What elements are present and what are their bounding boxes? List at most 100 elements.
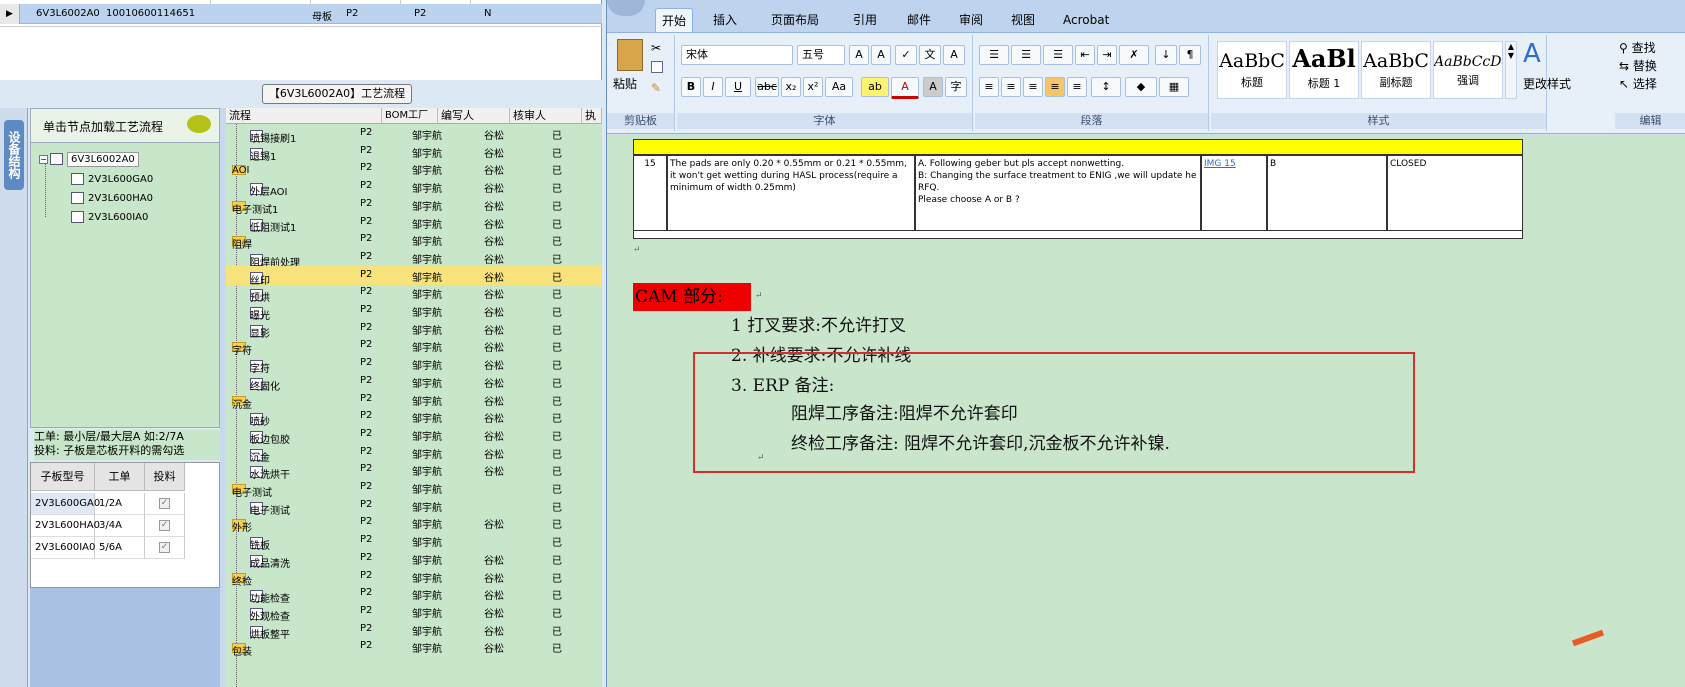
col-header-process[interactable]: 流程 [226,108,382,124]
multilevel-list-icon[interactable]: ☰ [1043,45,1073,65]
process-row[interactable]: 水洗烘干 P2 邹宇航 谷松已 [226,460,602,481]
subscript-icon[interactable]: x₂ [781,77,801,97]
process-row[interactable]: −包装P2邹宇航谷松已 [226,637,602,658]
align-right-icon[interactable]: ≡ [1023,77,1043,97]
find-button[interactable]: ⚲ 查找 [1619,39,1656,56]
highlight-icon[interactable]: ab [861,77,889,97]
chat-bubble-icon[interactable] [187,115,211,133]
sub-board-table[interactable]: 子板型号 工单 投料 2V3L600GA0 1/2A ✓ 2V3L600HA0 … [30,462,220,588]
process-row[interactable]: 电子测试 P2 邹宇航已 [226,496,602,517]
align-center-icon[interactable]: ≡ [1001,77,1021,97]
font-size-select[interactable]: 五号 [797,45,845,65]
collapse-icon[interactable]: − [39,154,48,164]
process-row[interactable]: 外层AOI P2 邹宇航 谷松已 [226,177,602,198]
process-grid[interactable]: 流程 BOM工厂 编写人 核审人 执 喷锡接刷1 P2 邹宇航 谷松已退锡1 P2 邹宇航… [226,108,602,687]
numbering-icon[interactable]: ☰ [1011,45,1041,65]
style-subtitle[interactable]: AaBbC 副标题 [1361,41,1431,99]
tab-device-structure[interactable]: 设备结构 [4,120,24,190]
sub-row-feed[interactable]: ✓ [145,515,185,537]
tree-child[interactable]: 2V3L600HA0 [71,192,153,204]
increase-indent-icon[interactable]: ⇥ [1097,45,1117,65]
tab-page-layout[interactable]: 页面布局 [765,8,825,32]
checkbox[interactable]: ✓ [159,541,170,553]
process-row[interactable]: 曝光 P2 邹宇航 谷松已 [226,301,602,322]
underline-icon[interactable]: U [725,77,751,97]
process-row[interactable]: −阻焊P2邹宇航谷松已 [226,230,602,251]
top-grid[interactable]: ▶ 6V3L6002A0 10010600114651 母板 P2 P2 N [0,0,602,80]
italic-icon[interactable]: I [703,77,723,97]
process-row[interactable]: 喷锡接刷1 P2 邹宇航 谷松已 [226,124,602,145]
format-painter-icon[interactable]: ✎ [651,81,661,95]
style-title[interactable]: AaBbC 标题 [1217,41,1287,99]
process-row[interactable]: 铣板 P2 邹宇航已 [226,531,602,552]
process-row[interactable]: 显影 P2 邹宇航 谷松已 [226,319,602,340]
superscript-icon[interactable]: x² [803,77,823,97]
asian-layout-icon[interactable]: ✗ [1119,45,1149,65]
cut-icon[interactable]: ✂ [651,41,661,55]
sub-row-model[interactable]: 2V3L600HA0 [31,515,100,537]
process-row[interactable]: 终固化 P2 邹宇航 谷松已 [226,372,602,393]
process-row[interactable]: 丝印 P2 邹宇航 谷松已 [226,265,602,287]
sub-row-feed[interactable]: ✓ [145,537,185,559]
distributed-icon[interactable]: ≡ [1067,77,1087,97]
justify-icon[interactable]: ≡ [1045,77,1065,97]
enclose-char-icon[interactable]: 字 [945,77,967,97]
process-row[interactable]: 阻焊前处理 P2 邹宇航 谷松已 [226,248,602,269]
process-row[interactable]: 成品清洗 P2 邹宇航 谷松已 [226,549,602,570]
sub-row-order[interactable]: 1/2A [95,493,145,515]
paste-label[interactable]: 粘贴 [613,75,637,92]
tree-root[interactable]: −6V3L6002A0 [39,152,139,167]
style-emphasis[interactable]: AaBbCcDd强调 [1433,41,1503,99]
checkbox[interactable]: ✓ [159,519,170,531]
office-button[interactable] [607,0,645,16]
process-row[interactable]: 低阻测试1 P2 邹宇航 谷松已 [226,213,602,234]
tab-mailings[interactable]: 邮件 [901,8,937,32]
clear-format-icon[interactable]: ✓ [895,45,917,65]
tab-acrobat[interactable]: Acrobat [1057,8,1115,32]
col-header-writer[interactable]: 编写人 [438,108,510,124]
tree-child[interactable]: 2V3L600IA0 [71,211,148,223]
sub-row-order[interactable]: 3/4A [95,515,145,537]
tab-view[interactable]: 视图 [1005,8,1041,32]
process-row[interactable]: −电子测试1P2邹宇航谷松已 [226,195,602,216]
paste-icon[interactable] [617,39,643,71]
process-row[interactable]: −电子测试P2邹宇航已 [226,478,602,499]
sub-row-model[interactable]: 2V3L600IA0 [31,537,95,559]
char-shading-icon[interactable]: A [923,77,943,97]
shrink-font-icon[interactable]: A [871,45,891,65]
process-row[interactable]: 退锡1 P2 邹宇航 谷松已 [226,142,602,163]
shading-icon[interactable]: ◆ [1125,77,1157,97]
line-spacing-icon[interactable]: ↕ [1091,77,1121,97]
sort-icon[interactable]: ↓ [1155,45,1177,65]
char-border-icon[interactable]: A [943,45,965,65]
process-row[interactable]: 喷砂 P2 邹宇航 谷松已 [226,407,602,428]
process-row[interactable]: 功能检查 P2 邹宇航 谷松已 [226,584,602,605]
sub-row-order[interactable]: 5/6A [95,537,145,559]
align-left-icon[interactable]: ≡ [979,77,999,97]
cell-image-link[interactable]: IMG 15 [1201,155,1267,231]
process-row[interactable]: −终检P2邹宇航谷松已 [226,567,602,588]
checkbox[interactable]: ✓ [159,497,170,509]
process-row[interactable]: −外形P2邹宇航谷松已 [226,513,602,534]
change-case-icon[interactable]: Aa [825,77,853,97]
process-row[interactable]: 预烘 P2 邹宇航 谷松已 [226,283,602,304]
process-row[interactable]: 板边包胶 P2 邹宇航 谷松已 [226,425,602,446]
col-header-bom[interactable]: BOM工厂 [382,108,438,124]
sub-row-model[interactable]: 2V3L600GA0 [31,493,100,515]
process-row[interactable]: −AOIP2邹宇航谷松已 [226,159,602,178]
borders-icon[interactable]: ▦ [1159,77,1189,97]
process-row[interactable]: −沉金P2邹宇航谷松已 [226,390,602,411]
tree-child[interactable]: 2V3L600GA0 [71,173,153,185]
tab-references[interactable]: 引用 [847,8,883,32]
phonetic-icon[interactable]: 文 [919,45,941,65]
font-name-select[interactable]: 宋体 [681,45,793,65]
grow-font-icon[interactable]: A [849,45,869,65]
document-area[interactable]: 15 The pads are only 0.20 * 0.55mm or 0.… [607,135,1685,687]
col-header-exec[interactable]: 执 [582,108,602,124]
col-header-reviewer[interactable]: 核审人 [510,108,582,124]
process-row[interactable]: −字符P2邹宇航谷松已 [226,336,602,357]
style-heading-1[interactable]: AaBl 标题 1 [1289,41,1359,99]
show-marks-icon[interactable]: ¶ [1179,45,1201,65]
change-styles-icon[interactable]: A [1523,39,1541,69]
sub-row-feed[interactable]: ✓ [145,493,185,515]
